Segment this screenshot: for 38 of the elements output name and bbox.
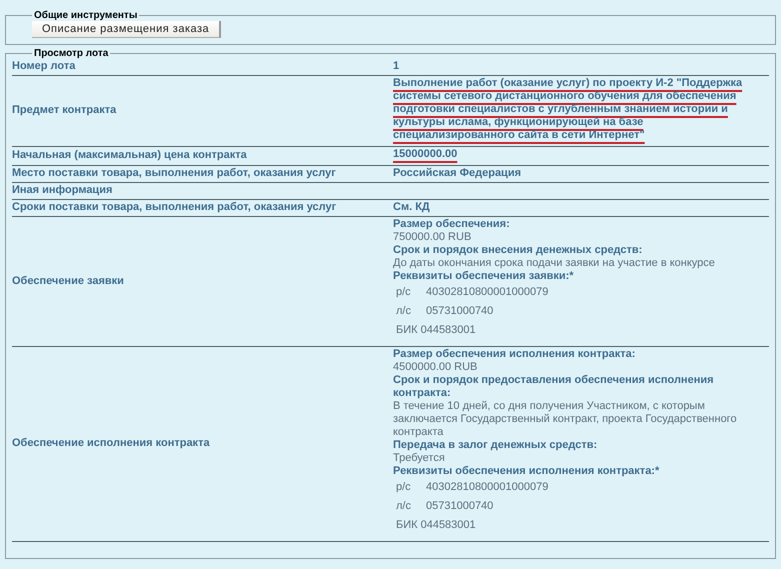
detail-heading: Срок и порядок предоставления обеспечения исполнения контракта: [393,374,715,400]
detail-heading: Передача в залог денежных средств: [393,439,598,452]
detail-text: До даты окончания срока подачи заявки на участие в конкурсе [393,257,716,270]
field-value: 15000000.00 [393,148,458,162]
field-label: Место поставки товара, выполнения работ, оказания услуг [12,166,393,183]
field-value: Выполнение работ (оказание услуг) по проекту И-2 "Поддержка системы сетевого дистанционного обучения для обеспечения подготовки специалистов с углубленным знанием истории и культуры ислама, функционирующей на базе специализированного сайта в сети Интернет" [393,77,744,143]
detail-text: 4500000.00 RUB [393,361,478,374]
field-value: Российская Федерация [393,167,521,179]
detail-text: В течение 10 дней, со дня получения Участником, с которым заключается Государственный контракт, проекта Государственного контракта [393,400,738,439]
account-prefix: р/с [396,286,412,299]
field-label: Сроки поставки товара, выполнения работ, оказания услуг [12,200,393,217]
account-number: 05731000740 [426,305,494,317]
field-label: Номер лота [12,59,393,76]
field-label: Предмет контракта [12,76,393,147]
account-prefix: л/с [396,305,412,318]
account-number: 40302810800001000079 [426,481,548,493]
detail-heading: Размер обеспечения: [393,218,511,231]
account-number: 40302810800001000079 [426,286,548,298]
detail-heading: Срок и порядок внесения денежных средств: [393,244,644,257]
account-number: 05731000740 [426,500,494,512]
detail-heading: Реквизиты обеспечения исполнения контракта:* [393,465,660,478]
detail-heading: Размер обеспечения исполнения контракта: [393,348,636,361]
field-label: Обеспечение заявки [12,217,393,347]
order-description-button[interactable]: Описание размещения заказа [32,21,222,38]
field-value: 1 [393,60,400,72]
account-prefix: р/с [396,481,412,494]
detail-text: Требуется [393,452,446,465]
field-label: Обеспечение исполнения контракта [12,347,393,542]
detail-heading: Реквизиты обеспечения заявки:* [393,270,575,283]
account-number: БИК 044583001 [396,324,476,336]
panel-legend: Общие инструменты [32,10,140,21]
account-prefix: л/с [396,500,412,513]
field-label: Иная информация [12,183,393,200]
detail-text: 750000.00 RUB [393,231,472,244]
account-number: БИК 044583001 [396,519,476,531]
field-label: Начальная (максимальная) цена контракта [12,147,393,166]
field-value: См. КД [393,201,430,213]
panel-legend: Просмотр лота [32,49,110,59]
